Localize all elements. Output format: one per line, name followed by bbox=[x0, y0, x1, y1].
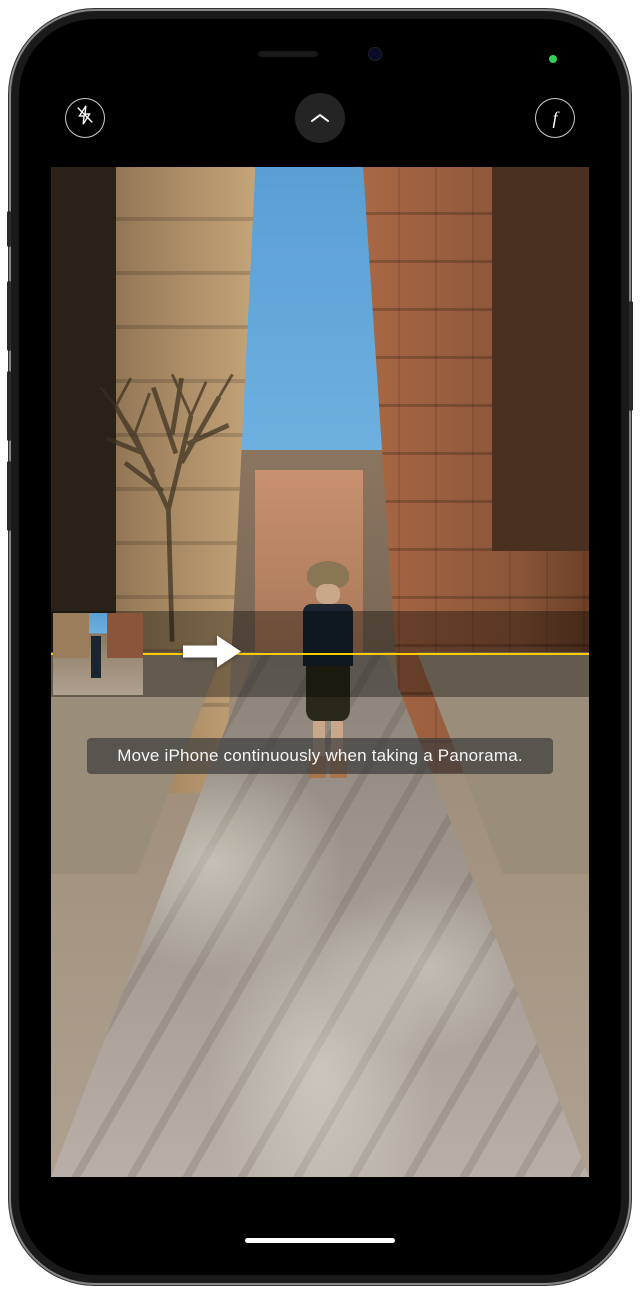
depth-options-button[interactable]: f bbox=[535, 98, 575, 138]
phone-frame: f bbox=[11, 11, 629, 1283]
camera-controls-expand-button[interactable] bbox=[295, 93, 345, 143]
screen: f bbox=[37, 37, 603, 1257]
speaker bbox=[258, 51, 318, 57]
side-button bbox=[7, 211, 11, 247]
side-button bbox=[7, 371, 11, 441]
panorama-preview-thumbnail bbox=[53, 613, 143, 695]
side-button bbox=[7, 461, 11, 531]
arrow-right-icon bbox=[181, 659, 245, 676]
panorama-instruction-bar: Move iPhone continuously when taking a P… bbox=[87, 738, 553, 774]
side-button bbox=[7, 281, 11, 351]
flash-toggle-button[interactable] bbox=[65, 98, 105, 138]
chevron-up-icon bbox=[310, 107, 330, 130]
camera-viewfinder[interactable]: Move iPhone continuously when taking a P… bbox=[51, 167, 589, 1177]
f-stop-icon: f bbox=[552, 108, 557, 129]
flash-off-icon bbox=[74, 104, 96, 132]
instruction-text: Move iPhone continuously when taking a P… bbox=[117, 746, 523, 765]
panorama-guide-strip[interactable] bbox=[51, 611, 589, 697]
panorama-direction-arrow bbox=[181, 632, 245, 677]
home-indicator[interactable] bbox=[245, 1238, 395, 1243]
notch bbox=[210, 37, 430, 71]
camera-active-indicator bbox=[549, 55, 557, 63]
front-camera bbox=[368, 47, 382, 61]
side-button bbox=[629, 301, 633, 411]
camera-top-bar: f bbox=[37, 93, 603, 143]
scene-building bbox=[492, 167, 589, 551]
